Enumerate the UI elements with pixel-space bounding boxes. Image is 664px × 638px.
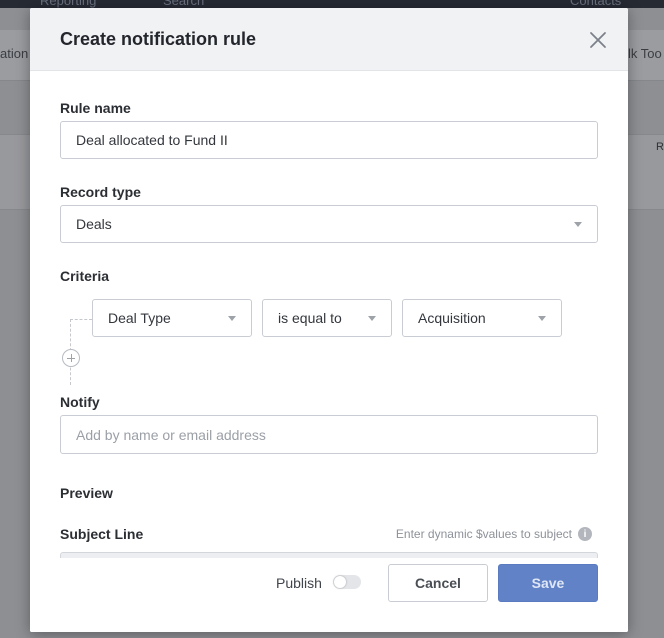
chevron-down-icon <box>228 315 236 321</box>
rule-name-input[interactable]: Deal allocated to Fund II <box>60 121 598 159</box>
bg-tab-right: lk Too <box>628 46 662 61</box>
preview-label: Preview <box>60 485 113 501</box>
publish-label: Publish <box>276 575 322 591</box>
bg-nav-reporting: Reporting <box>40 0 97 8</box>
save-button[interactable]: Save <box>498 564 598 602</box>
record-type-select[interactable]: Deals <box>60 205 598 243</box>
modal-title: Create notification rule <box>60 29 257 49</box>
criteria-operator-select[interactable]: is equal to <box>262 299 392 337</box>
bg-nav-contacts: Contacts <box>570 0 622 8</box>
chevron-down-icon <box>368 315 376 321</box>
notification-rule-modal: Create notification rule Rule name Deal … <box>30 8 628 632</box>
chevron-down-icon <box>574 221 582 227</box>
criteria-tree-branch <box>70 319 92 320</box>
info-icon[interactable]: i <box>578 527 592 541</box>
criteria-label: Criteria <box>60 268 110 284</box>
criteria-value-select[interactable]: Acquisition <box>402 299 562 337</box>
record-type-value: Deals <box>76 216 112 232</box>
add-criteria-button[interactable] <box>62 349 80 367</box>
criteria-operator-value: is equal to <box>278 310 342 326</box>
background-top-bar: Reporting Search Contacts <box>0 0 664 8</box>
modal-footer: Publish Cancel Save <box>30 558 628 632</box>
notify-label: Notify <box>60 394 100 410</box>
cancel-button[interactable]: Cancel <box>388 564 488 602</box>
criteria-field-select[interactable]: Deal Type <box>92 299 252 337</box>
bg-col-label: R <box>656 141 664 153</box>
notify-placeholder: Add by name or email address <box>76 426 266 443</box>
record-type-label: Record type <box>60 184 141 200</box>
bg-search: Search <box>163 0 205 8</box>
criteria-field-value: Deal Type <box>108 310 171 326</box>
criteria-value-value: Acquisition <box>418 310 486 326</box>
close-icon <box>590 32 606 48</box>
notify-input[interactable]: Add by name or email address <box>60 415 598 454</box>
rule-name-label: Rule name <box>60 100 131 116</box>
bg-tab-left: ation <box>0 46 29 61</box>
publish-toggle[interactable] <box>333 575 361 589</box>
subject-hint-text: Enter dynamic $values to subject <box>395 527 572 541</box>
subject-hint: Enter dynamic $values to subject i <box>396 527 592 541</box>
modal-header: Create notification rule <box>30 8 628 71</box>
close-button[interactable] <box>584 26 612 54</box>
chevron-down-icon <box>538 315 546 321</box>
rule-name-value: Deal allocated to Fund II <box>76 132 228 148</box>
subject-line-label: Subject Line <box>60 526 144 542</box>
